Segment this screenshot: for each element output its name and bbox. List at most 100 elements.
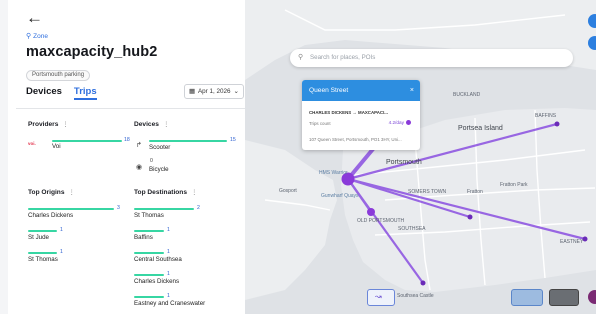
popup-title: Queen Street	[309, 87, 349, 94]
destination-bar	[134, 208, 194, 210]
destination-name: Charles Dickens	[134, 278, 180, 285]
app-frame: ← ⚲ Zone maxcapacity_hub2 Portsmouth par…	[0, 0, 596, 314]
providers-header: Providers ⋮	[28, 120, 69, 129]
top-origins-header: Top Origins ⋮	[28, 188, 76, 197]
map-label: BUCKLAND	[453, 92, 481, 98]
destination-name: Central Southsea	[134, 256, 182, 263]
destination-count: 1	[167, 227, 170, 233]
calendar-icon: ▦	[189, 88, 195, 95]
map-view[interactable]: Portsea Island Portsmouth BUCKLAND BAFFI…	[245, 0, 596, 314]
search-icon: ⚲	[298, 54, 304, 61]
map-label: SOUTHSEA	[398, 226, 426, 232]
more-icon[interactable]: ⋮	[163, 120, 170, 128]
close-icon[interactable]: ×	[410, 80, 414, 101]
provider-count: 18	[124, 137, 130, 143]
destination-bar	[134, 296, 164, 298]
chevron-down-icon: ⌄	[233, 88, 239, 95]
zone-label: Zone	[33, 32, 48, 40]
map-control-button[interactable]	[588, 290, 596, 304]
map-label: Fratton Park	[500, 182, 528, 188]
destination-bar	[134, 252, 164, 254]
origin-bar	[28, 252, 57, 254]
destination-marker	[467, 214, 473, 220]
destination-name: Baffins	[134, 234, 153, 241]
map-control-button[interactable]	[588, 14, 596, 28]
origin-name: St Thomas	[28, 256, 58, 263]
map-label: EASTNEY	[560, 239, 584, 245]
popup-address: 107 Queen Street, Portsmouth, PO1 3HY, U…	[309, 137, 402, 142]
more-icon[interactable]: ⋮	[69, 188, 76, 196]
voi-logo: voi.	[28, 141, 36, 146]
zone-link[interactable]: ⚲ Zone	[26, 32, 48, 41]
arrow-left-icon[interactable]: ←	[26, 9, 43, 27]
popup-header: Queen Street ×	[302, 80, 420, 101]
tab-bar: Devices Trips	[26, 86, 97, 100]
popup-trips-count: 4.2/day	[389, 120, 411, 125]
map-label: Portsea Island	[458, 125, 503, 132]
map-search-input[interactable]: ⚲ Search for places, POIs	[290, 49, 573, 67]
device-count: 0	[150, 158, 153, 164]
devices-header: Devices ⋮	[134, 120, 170, 129]
date-value: Apr 1, 2026	[197, 88, 231, 95]
popup-count-value: 4.2/day	[388, 120, 404, 125]
device-count: 15	[230, 137, 236, 143]
devices-title: Devices	[134, 120, 159, 128]
zone-icon: ⚲	[26, 33, 32, 40]
map-label: OLD PORTSMOUTH	[357, 218, 405, 224]
map-label: Gosport	[279, 188, 297, 194]
device-bar	[149, 140, 227, 142]
origin-name: Charles Dickens	[28, 212, 74, 219]
provider-bar	[52, 140, 122, 142]
map-label: SOMERS TOWN	[408, 189, 447, 195]
origin-count: 1	[60, 249, 63, 255]
origin-name: St Jude	[28, 234, 49, 241]
top-destinations-header: Top Destinations ⋮	[134, 188, 198, 197]
map-canvas	[245, 0, 596, 314]
providers-title: Providers	[28, 120, 59, 128]
destination-bar	[134, 230, 164, 232]
map-label: HMS Warrior	[319, 170, 348, 176]
tab-trips[interactable]: Trips	[73, 86, 97, 100]
destination-name: Eastney and Craneswater	[134, 300, 206, 307]
page-title: maxcapacity_hub2	[26, 44, 158, 60]
date-picker[interactable]: ▦ Apr 1, 2026 ⌄	[184, 84, 244, 99]
trips-layer-toggle[interactable]: ↝	[367, 289, 395, 306]
destination-marker	[554, 121, 560, 127]
destination-count: 1	[167, 271, 170, 277]
origin-count: 1	[60, 227, 63, 233]
map-label: Portsmouth	[386, 159, 422, 166]
details-panel: ← ⚲ Zone maxcapacity_hub2 Portsmouth par…	[8, 0, 245, 314]
destination-marker	[420, 280, 426, 286]
top-destinations-title: Top Destinations	[134, 188, 187, 196]
map-label: Fratton	[467, 189, 483, 195]
map-control-button[interactable]	[588, 36, 596, 50]
zone-tag: Portsmouth parking	[26, 70, 91, 81]
destination-bar	[134, 274, 164, 276]
map-style-button[interactable]	[511, 289, 543, 306]
device-name: Bicycle	[149, 166, 169, 173]
destination-name: St Thomas	[134, 212, 164, 219]
popup-trips-label: Trips count	[309, 121, 331, 126]
map-label: Gunwharf Quays	[321, 193, 359, 199]
bicycle-icon: ◉	[136, 164, 143, 171]
satellite-style-button[interactable]	[549, 289, 579, 306]
search-placeholder: Search for places, POIs	[310, 54, 376, 61]
scooter-icon: ↱	[136, 142, 142, 149]
route-dot-icon	[406, 120, 411, 125]
device-name: Scooter	[149, 144, 171, 151]
trips-layer-icon: ↝	[375, 292, 382, 301]
origin-bar	[28, 230, 57, 232]
popup-route: CHARLES DICKENS → MAXCAPACI...	[309, 110, 388, 115]
tab-devices[interactable]: Devices	[26, 86, 62, 100]
provider-name: Voi	[52, 143, 61, 150]
map-label: Southsea Castle	[397, 293, 434, 299]
map-label: BAFFINS	[535, 113, 557, 119]
destination-marker	[367, 208, 375, 216]
top-origins-title: Top Origins	[28, 188, 65, 196]
location-popup: Queen Street × CHARLES DICKENS → MAXCAPA…	[302, 80, 420, 150]
divider	[16, 108, 245, 109]
destination-count: 2	[197, 205, 200, 211]
destination-count: 1	[167, 293, 170, 299]
more-icon[interactable]: ⋮	[191, 188, 198, 196]
more-icon[interactable]: ⋮	[62, 120, 69, 128]
